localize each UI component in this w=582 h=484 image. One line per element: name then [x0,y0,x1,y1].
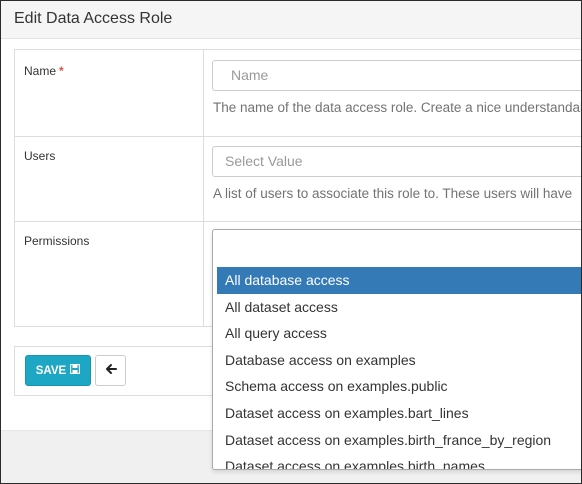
permissions-options: All database access All dataset access A… [217,267,581,469]
users-label: Users [24,149,56,163]
column-divider [203,50,204,326]
users-help-text: A list of users to associate this role t… [213,186,573,201]
option-item[interactable]: Database access on examples [217,347,581,374]
option-item[interactable]: All dataset access [217,294,581,321]
users-select[interactable]: Select Value [212,146,581,177]
name-field[interactable]: Name [212,60,581,91]
option-item[interactable]: All query access [217,320,581,347]
name-help-text: The name of the data access role. Create… [213,100,582,115]
required-mark: * [59,64,64,78]
option-item[interactable]: Schema access on examples.public [217,373,581,400]
panel-heading: Edit Data Access Role [1,1,581,39]
option-item[interactable]: Dataset access on examples.birth_names [217,453,581,469]
save-button-label: SAVE [35,364,67,377]
option-item[interactable]: All database access [217,267,581,294]
save-button[interactable]: SAVE [25,355,91,386]
name-label: Name * [24,64,64,78]
page-title: Edit Data Access Role [14,10,173,27]
back-button[interactable] [95,355,126,386]
edit-role-window: Edit Data Access Role Name * Name The nam… [0,0,582,484]
row-divider [15,221,581,222]
name-label-text: Name [24,64,57,78]
option-item[interactable]: Dataset access on examples.birth_france_… [217,427,581,454]
permissions-select[interactable]: All database access All dataset access A… [212,229,581,470]
row-divider [15,136,581,137]
option-item[interactable]: Dataset access on examples.bart_lines [217,400,581,427]
floppy-disk-icon [70,363,81,377]
permissions-search-input[interactable] [213,230,581,262]
arrow-left-icon [105,362,117,380]
permissions-label: Permissions [24,234,90,248]
